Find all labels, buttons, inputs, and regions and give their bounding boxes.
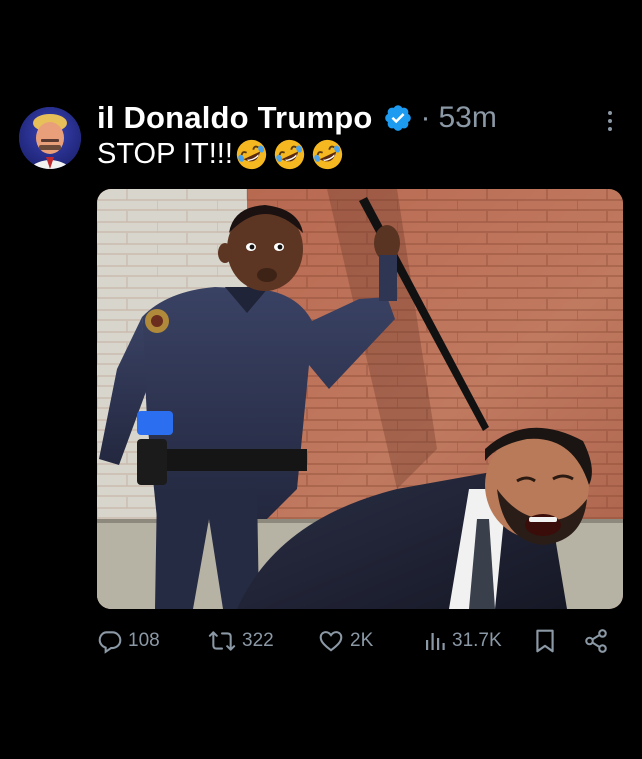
bookmark-button[interactable] bbox=[534, 622, 556, 660]
like-count: 2K bbox=[350, 630, 374, 651]
views-chart-icon bbox=[426, 633, 445, 650]
views-button[interactable]: 31.7K bbox=[423, 622, 502, 660]
post-timestamp[interactable]: 53m bbox=[439, 101, 497, 135]
rolling-on-floor-laughing-emoji-icon bbox=[274, 139, 305, 170]
rolling-on-floor-laughing-emoji-icon bbox=[312, 139, 343, 170]
rolling-on-floor-laughing-emoji-icon bbox=[236, 139, 267, 170]
display-name[interactable]: il Donaldo Trumpo bbox=[97, 100, 373, 136]
like-button[interactable]: 2K bbox=[317, 622, 373, 660]
emoji-group bbox=[235, 138, 349, 171]
repost-button[interactable]: 322 bbox=[207, 622, 274, 660]
bookmark-icon bbox=[536, 629, 554, 653]
header-separator: · bbox=[420, 101, 431, 134]
views-count: 31.7K bbox=[452, 630, 502, 651]
reply-icon bbox=[98, 631, 122, 654]
tweet-header: il Donaldo Trumpo · 53m bbox=[97, 96, 497, 140]
police-officer-meme-photo-icon bbox=[97, 189, 623, 609]
avatar-photo-icon bbox=[19, 107, 81, 169]
tweet-actions: 108 322 2K 31.7K bbox=[97, 622, 623, 660]
repost-count: 322 bbox=[242, 630, 274, 651]
more-options-icon[interactable] bbox=[603, 108, 617, 134]
repost-icon bbox=[208, 631, 236, 651]
heart-icon bbox=[319, 631, 343, 652]
reply-button[interactable]: 108 bbox=[97, 622, 160, 660]
avatar[interactable] bbox=[19, 107, 81, 169]
tweet-media[interactable] bbox=[97, 189, 623, 609]
share-icon bbox=[585, 629, 607, 653]
tweet-card[interactable]: il Donaldo Trumpo · 53m STOP IT!!! 108 3… bbox=[0, 0, 642, 759]
reply-count: 108 bbox=[128, 630, 160, 651]
share-button[interactable] bbox=[583, 622, 609, 660]
tweet-text-content: STOP IT!!! bbox=[97, 138, 233, 170]
verified-badge-icon bbox=[383, 103, 413, 133]
tweet-text: STOP IT!!! bbox=[97, 138, 349, 171]
